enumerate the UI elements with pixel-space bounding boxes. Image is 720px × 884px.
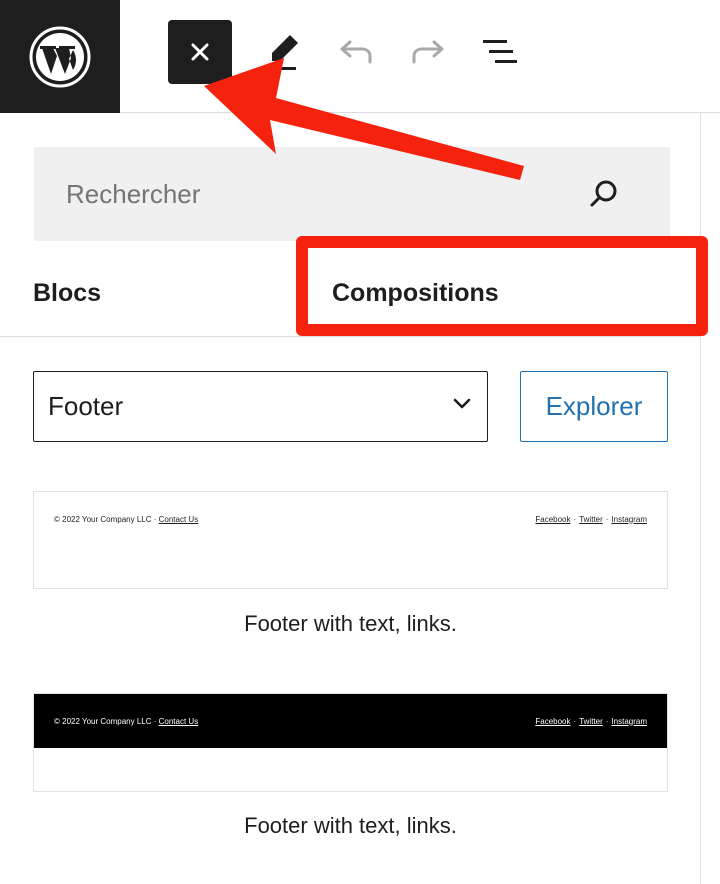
search-input[interactable] xyxy=(34,147,594,241)
pattern-link-separator: · xyxy=(573,514,577,524)
pattern-contact-link: Contact Us xyxy=(158,716,199,726)
pattern-social-links: Facebook · Twitter · Instagram xyxy=(535,717,647,726)
pattern-social-link: Instagram xyxy=(611,514,647,524)
search-field xyxy=(34,147,670,241)
edit-tools-button[interactable] xyxy=(260,28,308,76)
pattern-footer-bar: © 2022 Your Company LLC · Contact Us Fac… xyxy=(34,694,667,748)
pattern-social-link: Twitter xyxy=(579,716,603,726)
pattern-preview-footer-dark[interactable]: © 2022 Your Company LLC · Contact Us Fac… xyxy=(33,693,668,792)
wordpress-logo-icon xyxy=(29,26,91,87)
pattern-social-link: Twitter xyxy=(579,514,603,524)
redo-button[interactable] xyxy=(404,28,452,76)
pattern-copyright: © 2022 Your Company LLC · xyxy=(54,514,159,524)
close-inserter-button[interactable] xyxy=(168,20,232,84)
list-view-button[interactable] xyxy=(476,28,524,76)
pattern-footer-left: © 2022 Your Company LLC · Contact Us xyxy=(54,717,198,726)
search-icon[interactable] xyxy=(588,178,620,210)
pattern-caption: Footer with text, links. xyxy=(244,611,457,636)
pattern-footer-left: © 2022 Your Company LLC · Contact Us xyxy=(54,515,198,524)
redo-icon xyxy=(412,40,444,64)
pattern-footer-bar: © 2022 Your Company LLC · Contact Us Fac… xyxy=(34,492,667,546)
chevron-down-icon xyxy=(453,398,471,409)
tab-blocks[interactable]: Blocs xyxy=(33,250,101,337)
pattern-copyright: © 2022 Your Company LLC · xyxy=(54,716,159,726)
inserter-tabs: Blocs Compositions xyxy=(0,250,700,337)
pattern-category-value: Footer xyxy=(48,391,124,421)
close-icon xyxy=(191,43,209,61)
pattern-contact-link: Contact Us xyxy=(158,514,199,524)
tab-patterns[interactable]: Compositions xyxy=(332,250,499,337)
pencil-icon xyxy=(270,35,298,70)
pattern-preview-footer-light[interactable]: © 2022 Your Company LLC · Contact Us Fac… xyxy=(33,491,668,589)
undo-button[interactable] xyxy=(332,28,380,76)
undo-icon xyxy=(340,40,372,64)
list-view-icon xyxy=(483,40,517,63)
pattern-social-link: Facebook xyxy=(535,514,571,524)
panel-divider xyxy=(700,113,701,884)
pattern-category-select[interactable]: Footer xyxy=(33,371,488,442)
wordpress-logo-button[interactable] xyxy=(0,0,120,113)
pattern-social-links: Facebook · Twitter · Instagram xyxy=(535,515,647,524)
pattern-link-separator: · xyxy=(573,716,577,726)
editor-toolbar xyxy=(0,0,720,113)
explore-button[interactable]: Explorer xyxy=(520,371,668,442)
pattern-social-link: Facebook xyxy=(535,716,571,726)
pattern-caption: Footer with text, links. xyxy=(244,813,457,838)
pattern-social-link: Instagram xyxy=(611,716,647,726)
